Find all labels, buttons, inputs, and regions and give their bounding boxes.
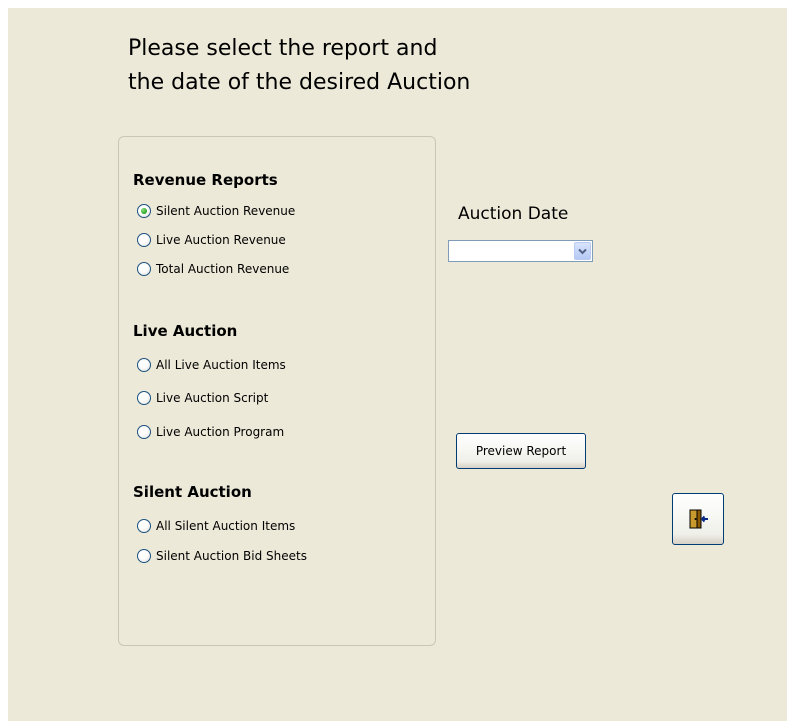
live-auction-heading: Live Auction — [133, 322, 238, 340]
radio-button[interactable] — [137, 233, 151, 247]
revenue-reports-heading: Revenue Reports — [133, 171, 278, 189]
radio-label: Silent Auction Revenue — [156, 204, 296, 218]
radio-label: Total Auction Revenue — [156, 262, 290, 276]
page-title: Please select the report and the date of… — [128, 32, 471, 100]
radio-button[interactable] — [137, 262, 151, 276]
radio-button-checked[interactable] — [137, 204, 151, 218]
exit-button[interactable] — [672, 493, 724, 545]
radio-button[interactable] — [137, 549, 151, 563]
radio-live-auction-program[interactable]: Live Auction Program — [137, 422, 284, 442]
radio-silent-auction-revenue[interactable]: Silent Auction Revenue — [137, 201, 295, 221]
radio-label: Live Auction Program — [156, 425, 285, 439]
chevron-down-icon — [578, 248, 587, 255]
report-options-panel: Revenue Reports Silent Auction Revenue L… — [118, 136, 436, 646]
radio-button[interactable] — [137, 358, 151, 372]
auction-date-label: Auction Date — [458, 204, 569, 224]
radio-silent-auction-bid-sheets[interactable]: Silent Auction Bid Sheets — [137, 546, 307, 566]
title-line-1: Please select the report and — [128, 36, 438, 61]
silent-auction-heading: Silent Auction — [133, 483, 252, 501]
dropdown-button[interactable] — [574, 242, 591, 260]
exit-door-icon — [689, 509, 708, 529]
radio-label: All Live Auction Items — [156, 358, 286, 372]
radio-label: Live Auction Script — [156, 391, 269, 405]
preview-report-button[interactable]: Preview Report — [456, 433, 586, 469]
report-selection-form: Please select the report and the date of… — [8, 8, 787, 721]
radio-button[interactable] — [137, 391, 151, 405]
radio-live-auction-revenue[interactable]: Live Auction Revenue — [137, 230, 286, 250]
auction-date-dropdown[interactable] — [448, 240, 593, 262]
radio-button[interactable] — [137, 425, 151, 439]
radio-label: All Silent Auction Items — [156, 519, 296, 533]
radio-button[interactable] — [137, 519, 151, 533]
title-line-2: the date of the desired Auction — [128, 70, 471, 95]
radio-label: Silent Auction Bid Sheets — [156, 549, 307, 563]
radio-live-auction-script[interactable]: Live Auction Script — [137, 388, 268, 408]
radio-label: Live Auction Revenue — [156, 233, 286, 247]
radio-total-auction-revenue[interactable]: Total Auction Revenue — [137, 259, 289, 279]
radio-all-live-auction-items[interactable]: All Live Auction Items — [137, 355, 286, 375]
radio-all-silent-auction-items[interactable]: All Silent Auction Items — [137, 516, 295, 536]
